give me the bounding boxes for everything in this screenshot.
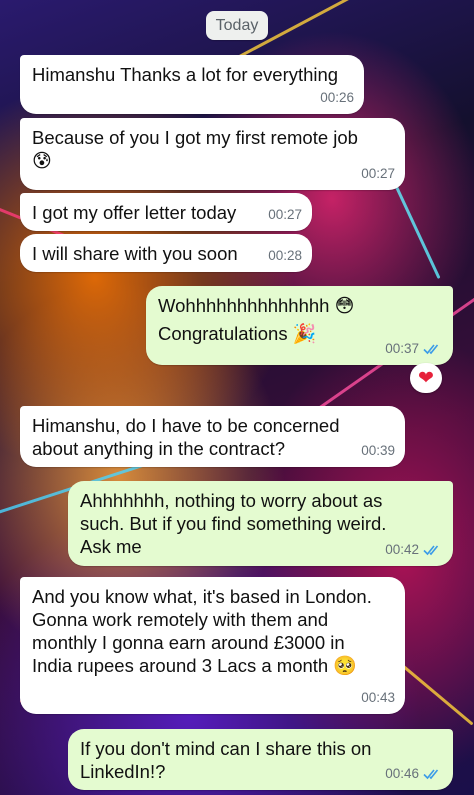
date-divider: Today	[206, 11, 268, 40]
flushed-face-emoji: 😳	[334, 295, 355, 317]
message-incoming[interactable]: I got my offer letter today 00:27	[20, 193, 312, 231]
message-incoming[interactable]: Because of you I got my first remote job…	[20, 118, 405, 190]
message-outgoing[interactable]: Ahhhhhhh, nothing to worry about as such…	[68, 481, 453, 566]
message-text: Himanshu, do I have to be concerned abou…	[32, 415, 340, 459]
double-check-icon	[423, 768, 439, 779]
message-time: 00:26	[320, 90, 354, 105]
message-text: I got my offer letter today	[32, 202, 237, 223]
message-text: I will share with you soon	[32, 243, 238, 264]
message-outgoing[interactable]: Wohhhhhhhhhhhhhh 😳 Congratulations 🎉 00:…	[146, 286, 453, 365]
message-text: Himanshu Thanks a lot for everything	[32, 64, 339, 85]
message-text: And you know what, it's based in London.…	[32, 586, 372, 676]
message-outgoing[interactable]: If you don't mind can I share this on Li…	[68, 729, 453, 790]
message-text-line: Congratulations 🎉	[158, 323, 317, 345]
message-incoming[interactable]: Himanshu, do I have to be concerned abou…	[20, 406, 405, 467]
date-divider-label: Today	[215, 16, 259, 34]
message-incoming[interactable]: I will share with you soon 00:28	[20, 234, 312, 272]
message-time: 00:43	[361, 690, 395, 705]
double-check-icon	[423, 544, 439, 555]
message-time: 00:42	[385, 538, 443, 561]
double-check-icon	[423, 343, 439, 354]
heart-reaction-icon[interactable]: ❤	[410, 363, 442, 393]
message-incoming[interactable]: And you know what, it's based in London.…	[20, 577, 405, 714]
message-time: 00:39	[361, 443, 395, 458]
anxious-face-emoji: 😰	[32, 150, 52, 172]
message-text: Because of you I got my first remote job	[32, 127, 358, 148]
message-text-line: Wohhhhhhhhhhhhhh 😳	[158, 295, 355, 317]
message-time: 00:37	[385, 337, 443, 360]
message-time: 00:27	[361, 166, 395, 181]
message-incoming[interactable]: Himanshu Thanks a lot for everything 00:…	[20, 55, 364, 114]
message-time: 00:27	[268, 207, 302, 222]
message-time: 00:28	[268, 248, 302, 263]
pleading-face-emoji: 🥺	[333, 655, 358, 677]
message-time: 00:46	[385, 762, 443, 785]
party-popper-emoji: 🎉	[292, 323, 317, 345]
